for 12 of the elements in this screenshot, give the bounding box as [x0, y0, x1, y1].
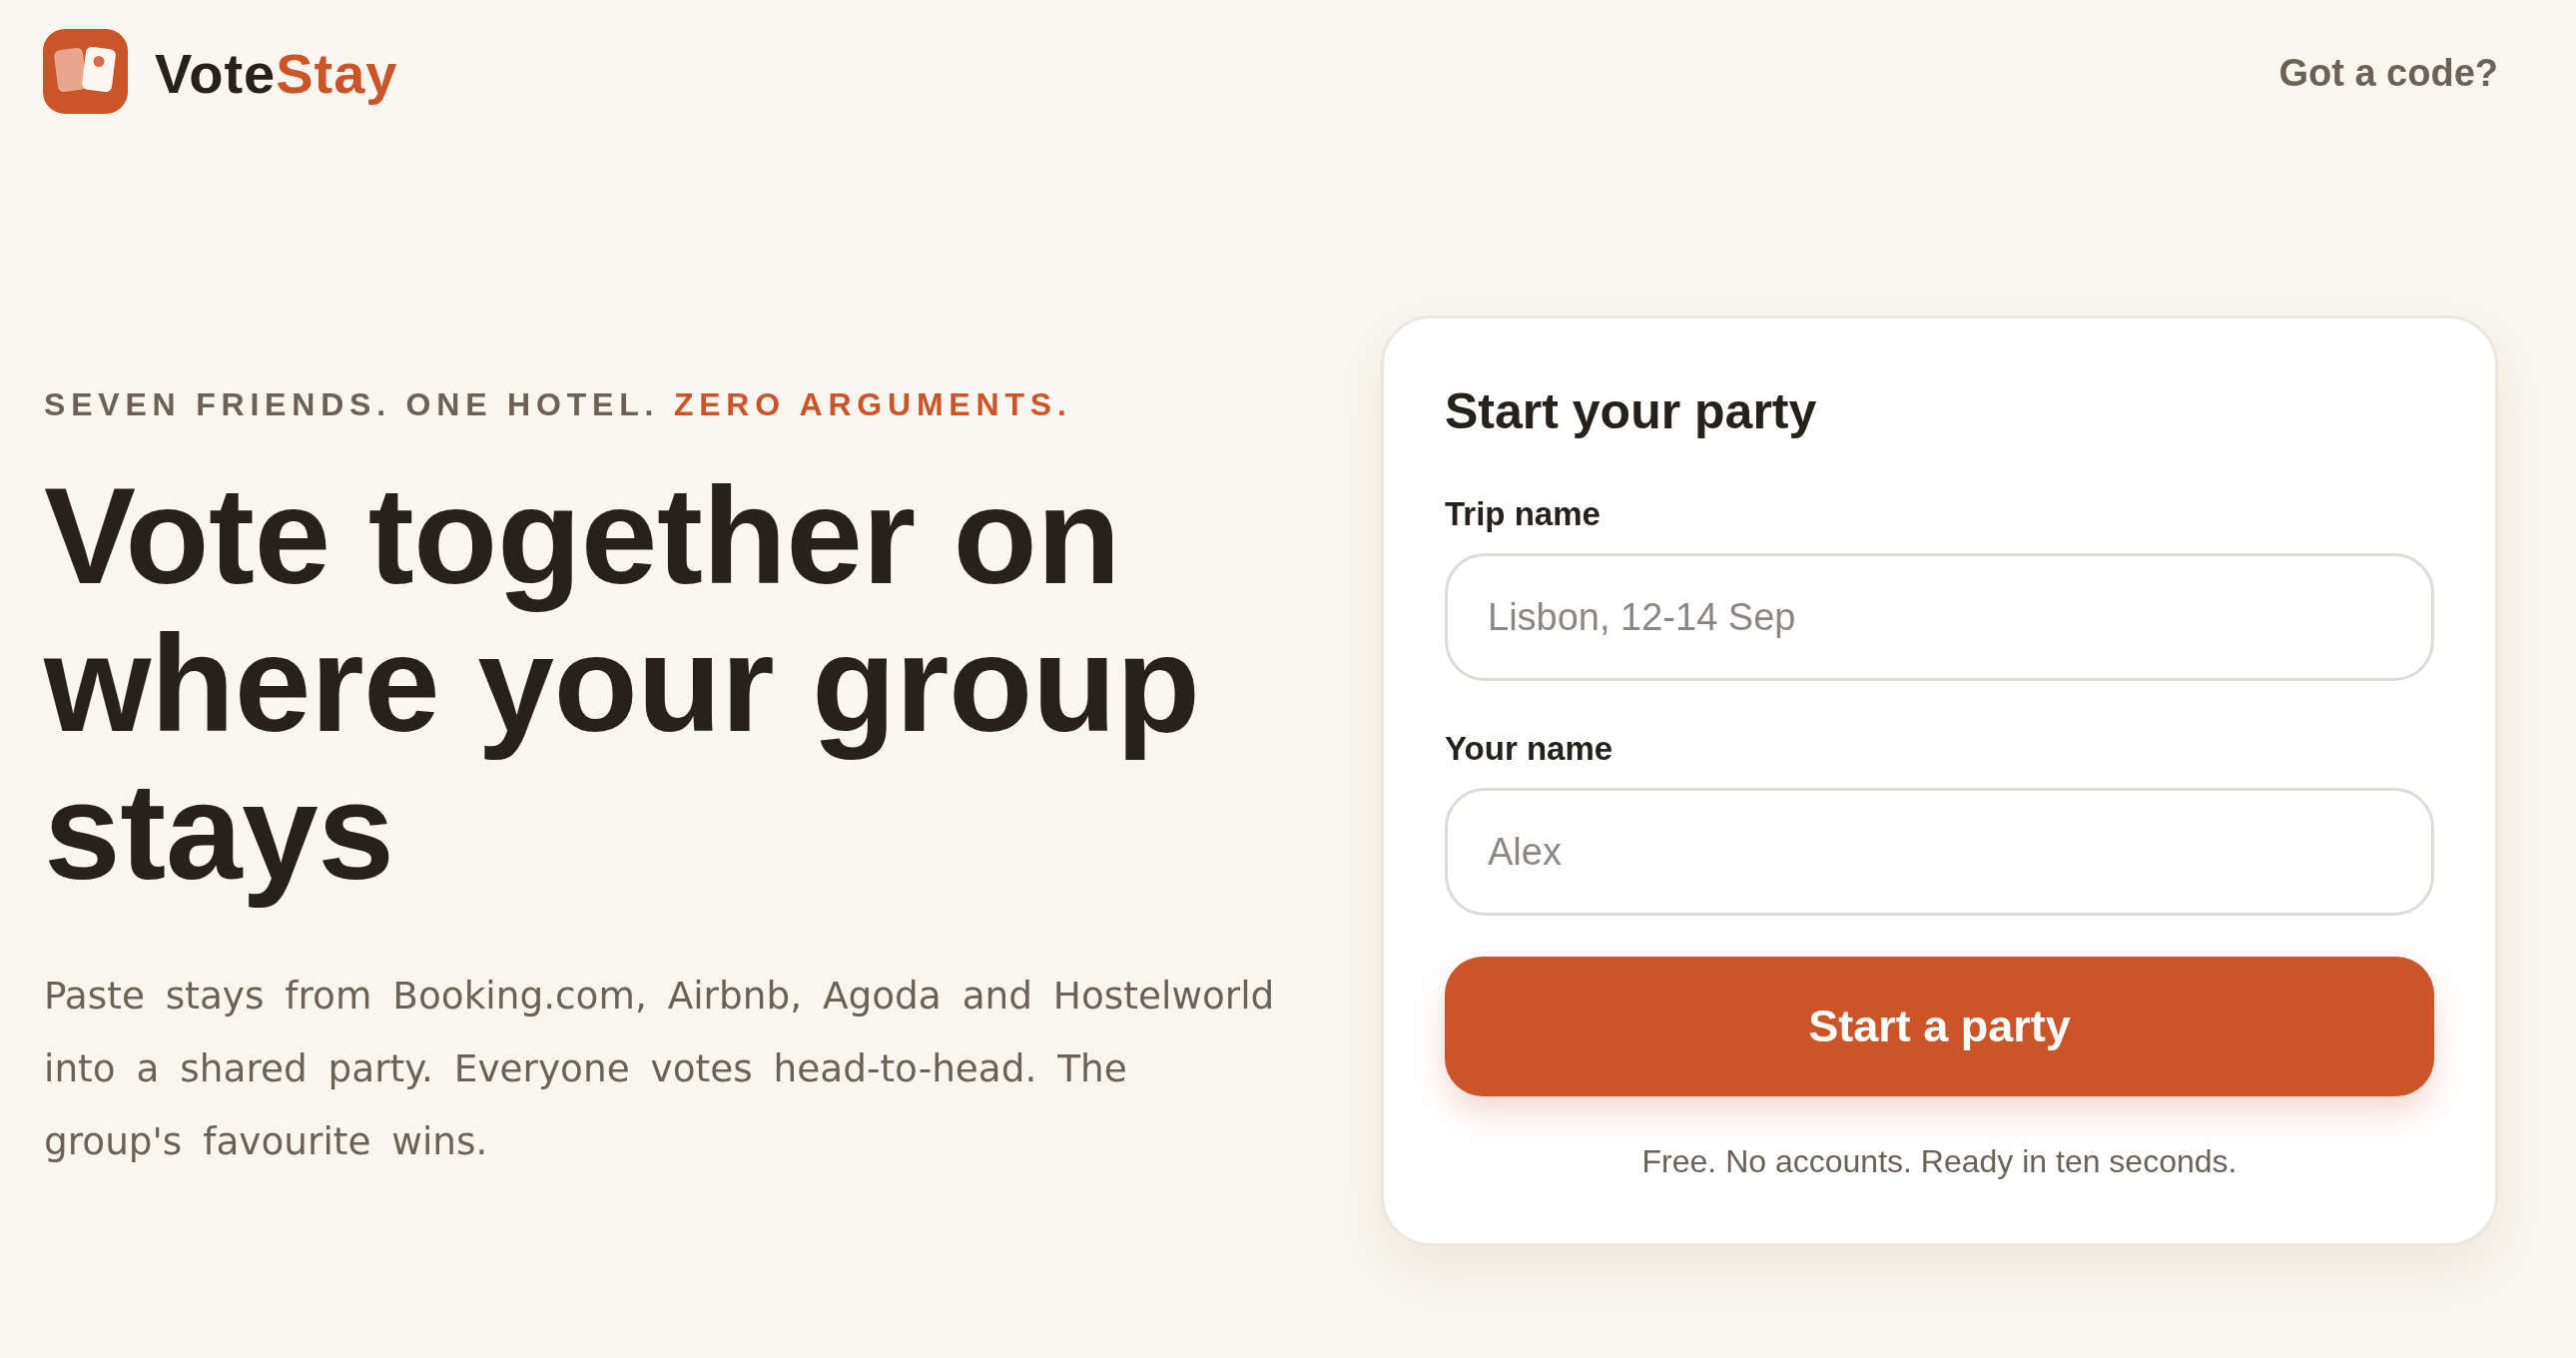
field-label: Trip name: [1445, 494, 1601, 534]
tagline: SEVEN FRIENDS. ONE HOTEL. ZERO ARGUMENTS.: [44, 384, 1073, 424]
form-note: Free. No accounts. Ready in ten seconds.: [1640, 1142, 2239, 1181]
field-label: Your name: [1445, 729, 1613, 769]
start-party-button[interactable]: Start a party: [1445, 957, 2434, 1096]
logo-icon: [43, 29, 128, 114]
form-title: Start your party: [1445, 382, 1818, 441]
code-link[interactable]: Got a code?: [2278, 48, 2498, 97]
input-field[interactable]: Alex: [1445, 788, 2434, 916]
description: Paste stays from Booking.com, Airbnb, Agoda and Hostelworld into a shared party. Everyone votes head-to-head. The group's favourite wins.: [44, 972, 1276, 1165]
brand-name: VoteStay: [155, 41, 398, 106]
input-field[interactable]: Lisbon, 12-14 Sep: [1445, 553, 2434, 681]
